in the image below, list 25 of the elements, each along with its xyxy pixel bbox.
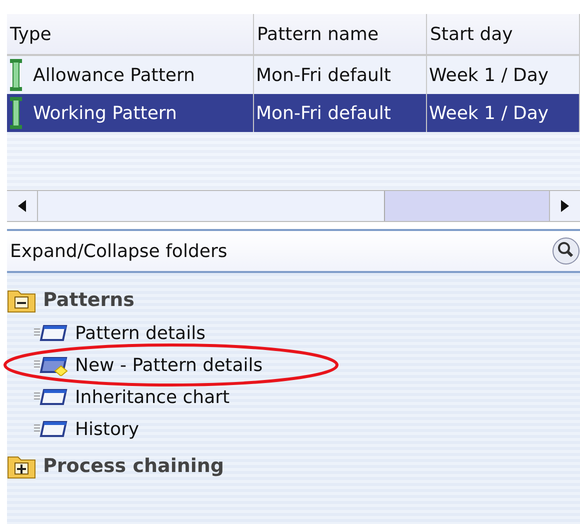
scroll-right-icon[interactable] <box>561 200 569 212</box>
tree-item[interactable]: History <box>75 418 140 440</box>
pin-icon <box>9 59 23 91</box>
search-icon[interactable] <box>552 237 580 265</box>
form-icon <box>33 322 69 344</box>
folder-label[interactable]: Process chaining <box>43 455 224 477</box>
table-cell[interactable]: Mon-Fri default <box>254 56 427 94</box>
form-icon <box>33 418 69 440</box>
new-form-icon <box>33 354 69 376</box>
table-cell[interactable]: Mon-Fri default <box>254 94 427 132</box>
horizontal-scrollbar[interactable] <box>7 190 580 222</box>
table-cell[interactable]: Working Pattern <box>7 94 254 132</box>
form-icon <box>33 386 69 408</box>
folder-label[interactable]: Patterns <box>43 289 134 311</box>
column-header[interactable]: Pattern name <box>254 14 427 56</box>
column-header[interactable]: Start day <box>427 14 580 56</box>
tree-item[interactable]: Inheritance chart <box>75 386 230 408</box>
pin-icon <box>9 97 23 129</box>
column-header[interactable]: Type <box>7 14 254 56</box>
panel-title: Expand/Collapse folders <box>10 240 228 262</box>
table-cell[interactable]: Allowance Pattern <box>7 56 254 94</box>
table-cell[interactable]: Week 1 / Day <box>427 94 580 132</box>
table-cell[interactable]: Week 1 / Day <box>427 56 580 94</box>
scroll-left-icon[interactable] <box>18 200 26 212</box>
tree-item[interactable]: Pattern details <box>75 322 206 344</box>
